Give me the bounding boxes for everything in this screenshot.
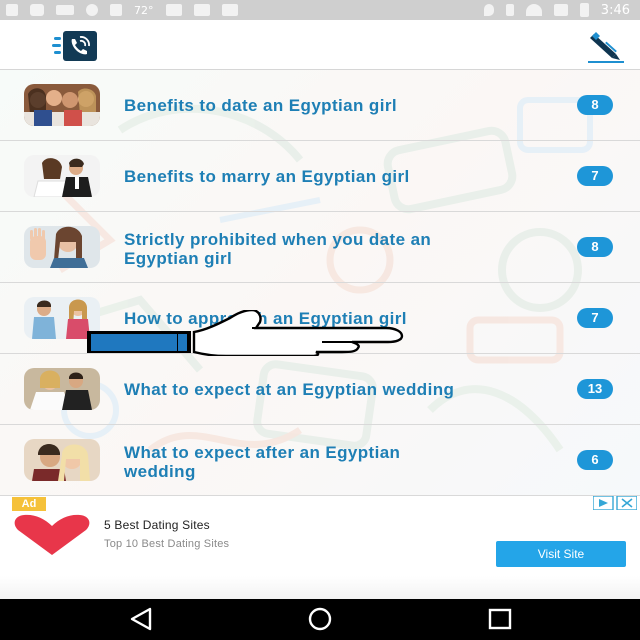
count-badge: 13 (577, 379, 613, 399)
list-item[interactable]: Benefits to marry an Egyptian girl 7 (0, 141, 640, 212)
count-badge: 7 (577, 166, 613, 186)
facebook-icon (6, 4, 18, 16)
ad-bottom-strip (0, 576, 640, 599)
chat-icon (30, 4, 44, 16)
thumbs-up-hand-icon (87, 310, 404, 356)
group-girls-photo (24, 84, 100, 126)
item-title: What to expect after an Egyptian wedding (124, 443, 572, 481)
list-item[interactable]: What to expect after an Egyptian wedding… (0, 425, 640, 496)
lock-icon (110, 4, 122, 16)
bride-groom-photo (24, 368, 100, 410)
weather-icon (165, 4, 182, 16)
item-title-line-1: Strictly prohibited when you date an (124, 230, 432, 249)
count-badge: 8 (577, 237, 613, 257)
stop-hand-girl-photo (24, 226, 100, 268)
back-triangle-icon[interactable] (128, 607, 158, 631)
ad-banner[interactable]: Ad 5 Best Dating Sites Top 10 Best Datin… (0, 496, 640, 599)
wifi-icon (525, 4, 542, 16)
navigation-bar (0, 599, 640, 640)
home-circle-icon[interactable] (305, 607, 335, 631)
recents-square-icon[interactable] (485, 607, 515, 631)
phone-chat-icon[interactable] (52, 30, 98, 62)
item-title: Strictly prohibited when you date an Egy… (124, 230, 572, 268)
ad-choices-icon[interactable] (593, 496, 637, 510)
pencil-icon[interactable] (586, 28, 626, 64)
signal-icon (553, 4, 568, 16)
kissing-couple-photo (24, 439, 100, 481)
app-header (0, 20, 640, 70)
wedding-couple-photo (24, 155, 100, 197)
item-title-line-1: What to expect after an Egyptian (124, 443, 401, 462)
status-bar: 72° 3:46 (0, 0, 640, 20)
item-title-line-2: Egyptian girl (124, 249, 233, 268)
ad-title: 5 Best Dating Sites (104, 518, 210, 532)
list-item[interactable]: What to expect at an Egyptian wedding 13 (0, 354, 640, 425)
status-notifications: 72° (6, 2, 238, 18)
heart-icon (14, 514, 90, 555)
calendar-icon (221, 4, 238, 16)
status-system: 3:46 (483, 2, 630, 18)
clock-text: 3:46 (600, 2, 630, 18)
list-item[interactable]: Strictly prohibited when you date an Egy… (0, 212, 640, 283)
ad-subtitle: Top 10 Best Dating Sites (104, 538, 230, 550)
item-title: What to expect at an Egyptian wedding (124, 380, 455, 399)
bluetooth-icon (505, 4, 514, 16)
battery-icon (579, 3, 589, 17)
count-badge: 8 (577, 95, 613, 115)
visit-site-button[interactable]: Visit Site (496, 541, 626, 567)
ad-badge: Ad (12, 497, 46, 511)
location-icon (483, 4, 494, 16)
alert-icon (86, 4, 98, 16)
temperature-text: 72° (134, 3, 154, 17)
count-badge: 6 (577, 450, 613, 470)
topic-list: Benefits to date an Egyptian girl 8 Bene… (0, 70, 640, 496)
count-badge: 7 (577, 308, 613, 328)
photo-icon (56, 5, 74, 15)
briefcase-icon (193, 4, 210, 16)
list-item[interactable]: Benefits to date an Egyptian girl 8 (0, 70, 640, 141)
item-title: Benefits to date an Egyptian girl (124, 96, 397, 115)
item-title: Benefits to marry an Egyptian girl (124, 167, 410, 186)
item-title-line-2: wedding (124, 462, 196, 481)
